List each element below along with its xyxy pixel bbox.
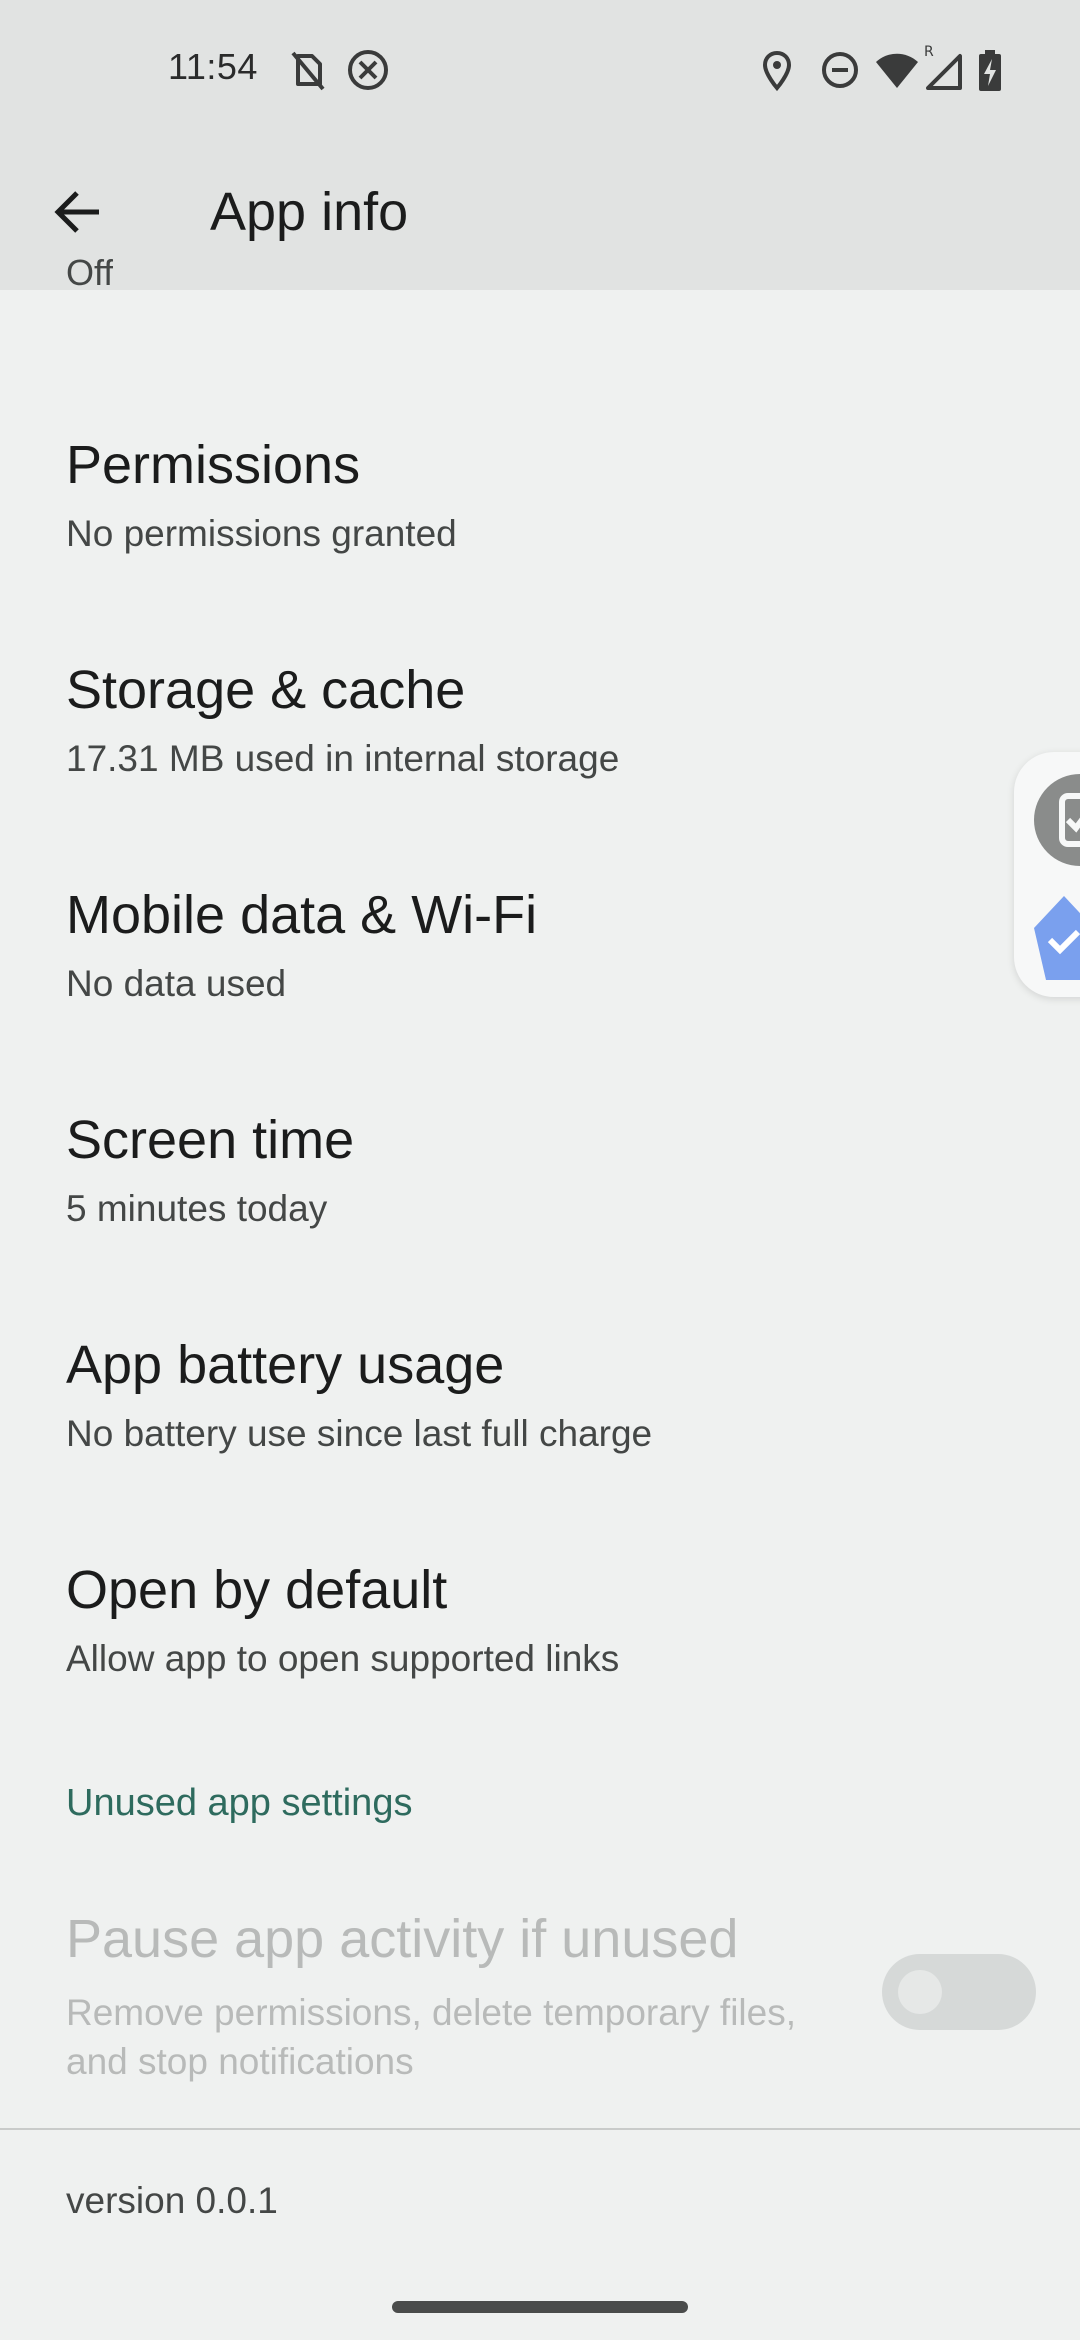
home-indicator[interactable] — [392, 2301, 688, 2313]
divider — [0, 2128, 1080, 2130]
open-by-default-item[interactable]: Open by default Allow app to open suppor… — [0, 1525, 1080, 1750]
floating-overlay-widget[interactable] — [1014, 752, 1080, 997]
status-bar: 11:54 R — [0, 0, 1080, 140]
item-summary: 17.31 MB used in internal storage — [66, 738, 620, 779]
page-title: App info — [210, 182, 409, 242]
blocked-icon — [348, 50, 388, 90]
permissions-item[interactable]: Permissions No permissions granted — [0, 400, 1080, 625]
screenshot-check-icon[interactable] — [1028, 770, 1080, 870]
arrow-back-icon — [54, 191, 99, 233]
item-title: Permissions — [66, 435, 361, 495]
app-bar: App info — [0, 140, 1080, 290]
app-info-screen: 11:54 R App info Off Permissions No perm… — [0, 0, 1080, 2340]
item-summary: No battery use since last full charge — [66, 1413, 653, 1454]
do-not-disturb-icon — [822, 52, 858, 88]
item-summary: No data used — [66, 963, 287, 1004]
storage-cache-item[interactable]: Storage & cache 17.31 MB used in interna… — [0, 625, 1080, 850]
svg-text:R: R — [924, 44, 934, 60]
item-title: Screen time — [66, 1110, 355, 1170]
wifi-icon — [876, 53, 918, 88]
pause-app-activity-toggle[interactable] — [882, 1954, 1036, 2030]
item-title: Storage & cache — [66, 660, 466, 720]
app-battery-usage-item[interactable]: App battery usage No battery use since l… — [0, 1300, 1080, 1525]
no-sim-icon — [291, 51, 325, 91]
item-title: Pause app activity if unused — [66, 1909, 739, 1969]
partial-item-summary: Off — [66, 252, 114, 290]
mobile-data-wifi-item[interactable]: Mobile data & Wi-Fi No data used — [0, 850, 1080, 1075]
app-version: version 0.0.1 — [66, 2180, 278, 2221]
toggle-thumb — [898, 1970, 942, 2014]
item-title: Mobile data & Wi-Fi — [66, 885, 538, 945]
item-summary: 5 minutes today — [66, 1188, 328, 1229]
pause-app-activity-item[interactable]: Pause app activity if unused Remove perm… — [0, 1890, 1080, 2090]
back-button[interactable] — [36, 170, 120, 254]
item-title: App battery usage — [66, 1335, 505, 1395]
item-summary: Allow app to open supported links — [66, 1638, 620, 1679]
status-time: 11:54 — [168, 46, 258, 87]
unused-app-settings-header: Unused app settings — [66, 1782, 413, 1824]
location-icon — [762, 50, 792, 92]
battery-charging-icon — [979, 50, 1001, 91]
item-summary: Remove permissions, delete temporary fil… — [66, 1992, 797, 2082]
check-badge-icon[interactable] — [1034, 888, 1080, 988]
item-summary: No permissions granted — [66, 513, 457, 554]
screen-time-item[interactable]: Screen time 5 minutes today — [0, 1075, 1080, 1300]
signal-roaming-icon: R — [924, 44, 962, 90]
item-title: Open by default — [66, 1560, 448, 1620]
